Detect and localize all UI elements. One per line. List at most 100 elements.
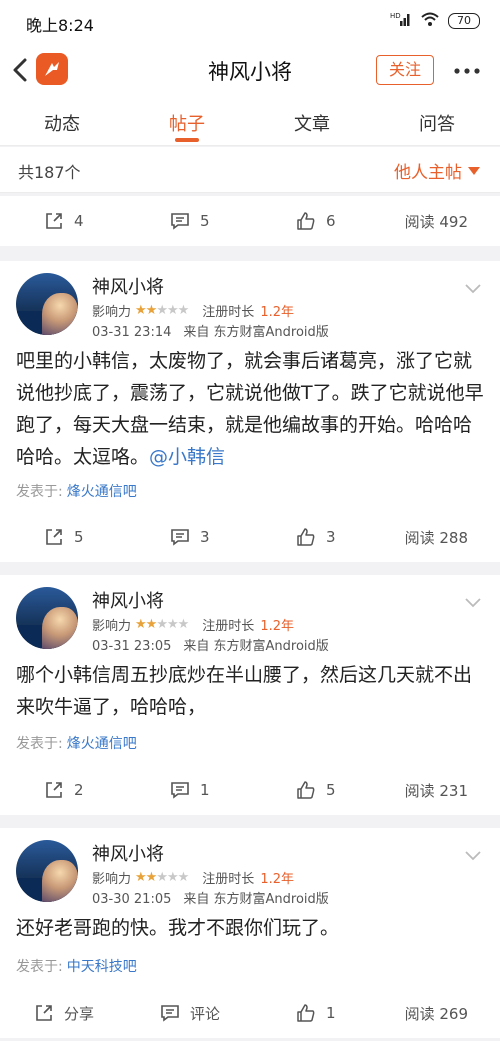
avatar[interactable] bbox=[16, 840, 78, 902]
like-button[interactable]: 6 bbox=[296, 196, 336, 246]
action-bar: 4 5 6 阅读 492 bbox=[0, 196, 500, 246]
post-text: 吧里的小韩信，太废物了，就会事后诸葛亮，涨了它就说他抄底了，震荡了，它就说他做T… bbox=[16, 350, 484, 468]
reg-value: 1.2年 bbox=[260, 872, 294, 887]
post-card[interactable]: 神风小将 影响力 ★★★★★ 注册时长 1.2年 03-31 23:14 来自 东… bbox=[0, 261, 500, 512]
reg-value: 1.2年 bbox=[260, 305, 294, 320]
more-dots-icon[interactable] bbox=[452, 62, 482, 74]
user-meta: 影响力 ★★★★★ 注册时长 1.2年 bbox=[92, 615, 294, 634]
like-button[interactable]: 3 bbox=[296, 512, 336, 562]
post-text: 哪个小韩信周五抄底炒在半山腰了，然后这几天就不出来吹牛逼了，哈哈哈， bbox=[16, 664, 473, 718]
follow-button[interactable]: 关注 bbox=[376, 55, 434, 85]
share-icon bbox=[46, 782, 62, 798]
share-button[interactable]: 2 bbox=[44, 765, 84, 815]
share-count: 2 bbox=[74, 781, 84, 799]
share-icon bbox=[46, 529, 62, 545]
posted-in: 发表于: 烽火通信吧 bbox=[16, 481, 137, 501]
wifi-icon bbox=[420, 11, 440, 31]
page-title: 神风小将 bbox=[208, 60, 292, 84]
comment-button[interactable]: 评论 bbox=[160, 988, 220, 1038]
bar-link[interactable]: 烽火通信吧 bbox=[67, 736, 137, 752]
comment-button[interactable]: 3 bbox=[170, 512, 210, 562]
post-card[interactable]: 神风小将 影响力 ★★★★★ 注册时长 1.2年 03-31 23:05 来自 东… bbox=[0, 575, 500, 765]
battery-icon: 70 bbox=[448, 13, 480, 29]
chevron-left-icon bbox=[13, 58, 27, 82]
chevron-down-icon[interactable] bbox=[464, 850, 482, 862]
action-bar: 分享 评论 1 阅读 269 bbox=[0, 988, 500, 1038]
share-count: 5 bbox=[74, 528, 84, 546]
post-time: 03-30 21:05 bbox=[92, 892, 172, 907]
share-button[interactable]: 4 bbox=[44, 196, 84, 246]
user-meta: 影响力 ★★★★★ 注册时长 1.2年 bbox=[92, 301, 294, 320]
chevron-down-icon[interactable] bbox=[464, 283, 482, 295]
share-count: 4 bbox=[74, 212, 84, 230]
post-content[interactable]: 吧里的小韩信，太废物了，就会事后诸葛亮，涨了它就说他抄底了，震荡了，它就说他做T… bbox=[16, 345, 486, 473]
username[interactable]: 神风小将 bbox=[92, 273, 164, 299]
thumbs-up-icon bbox=[297, 528, 315, 546]
like-button[interactable]: 5 bbox=[296, 765, 336, 815]
reg-label: 注册时长 bbox=[202, 619, 255, 634]
post-meta: 03-30 21:05 来自 东方财富Android版 bbox=[92, 888, 329, 907]
avatar[interactable] bbox=[16, 587, 78, 649]
post-time: 03-31 23:14 bbox=[92, 325, 172, 340]
bar-link[interactable]: 烽火通信吧 bbox=[67, 484, 137, 500]
username[interactable]: 神风小将 bbox=[92, 587, 164, 613]
status-time: 晚上8:24 bbox=[26, 16, 94, 35]
filter-dropdown[interactable]: 他人主帖 bbox=[394, 158, 480, 183]
post-time: 03-31 23:05 bbox=[92, 639, 172, 654]
post-source: 来自 东方财富Android版 bbox=[183, 892, 329, 907]
comment-icon bbox=[161, 1005, 179, 1022]
post-content[interactable]: 哪个小韩信周五抄底炒在半山腰了，然后这几天就不出来吹牛逼了，哈哈哈， bbox=[16, 659, 486, 723]
thumbs-up-icon bbox=[297, 1004, 315, 1022]
comment-icon bbox=[171, 213, 189, 230]
read-count: 阅读 269 bbox=[404, 1005, 468, 1023]
read-count: 阅读 231 bbox=[404, 782, 468, 800]
post-source: 来自 东方财富Android版 bbox=[183, 325, 329, 340]
nav-bar: 神风小将 关注 bbox=[0, 44, 500, 96]
status-icons: HD 70 bbox=[390, 11, 480, 31]
svg-text:HD: HD bbox=[390, 12, 401, 20]
comment-count: 3 bbox=[200, 528, 210, 546]
post-content[interactable]: 还好老哥跑的快。我才不跟你们玩了。 bbox=[16, 912, 486, 944]
like-count: 5 bbox=[326, 781, 336, 799]
post-text: 还好老哥跑的快。我才不跟你们玩了。 bbox=[16, 917, 340, 939]
post-card[interactable]: 神风小将 影响力 ★★★★★ 注册时长 1.2年 03-30 21:05 来自 东… bbox=[0, 828, 500, 988]
influence-stars: ★★★★★ bbox=[135, 617, 189, 632]
comment-label: 评论 bbox=[190, 1004, 221, 1023]
post-meta: 03-31 23:14 来自 东方财富Android版 bbox=[92, 321, 329, 340]
influence-label: 影响力 bbox=[92, 305, 132, 320]
chevron-down-icon[interactable] bbox=[464, 597, 482, 609]
posted-in-label: 发表于: bbox=[16, 736, 63, 752]
comment-icon bbox=[171, 529, 189, 546]
influence-stars: ★★★★★ bbox=[135, 303, 189, 318]
tab-dynamics[interactable]: 动态 bbox=[22, 110, 102, 136]
tab-bar: 动态 帖子 文章 问答 bbox=[0, 96, 500, 146]
posted-in: 发表于: 烽火通信吧 bbox=[16, 733, 137, 753]
share-icon bbox=[36, 1005, 52, 1021]
triangle-down-icon bbox=[468, 166, 480, 175]
active-tab-indicator bbox=[175, 138, 199, 142]
share-label: 分享 bbox=[64, 1004, 95, 1023]
comment-button[interactable]: 5 bbox=[170, 196, 210, 246]
filter-dropdown-label: 他人主帖 bbox=[394, 163, 462, 183]
posted-in-label: 发表于: bbox=[16, 959, 63, 975]
action-bar: 2 1 5 阅读 231 bbox=[0, 765, 500, 815]
read-count: 阅读 288 bbox=[404, 529, 468, 547]
comment-icon bbox=[171, 782, 189, 799]
username[interactable]: 神风小将 bbox=[92, 840, 164, 866]
bar-link[interactable]: 中天科技吧 bbox=[67, 959, 137, 975]
avatar[interactable] bbox=[16, 273, 78, 335]
back-button[interactable] bbox=[8, 54, 34, 86]
tab-posts[interactable]: 帖子 bbox=[147, 110, 227, 136]
mention-link[interactable]: @小韩信 bbox=[149, 446, 225, 468]
influence-stars: ★★★★★ bbox=[135, 870, 189, 885]
app-logo-icon[interactable] bbox=[36, 53, 68, 85]
comment-button[interactable]: 1 bbox=[170, 765, 210, 815]
like-button[interactable]: 1 bbox=[296, 988, 336, 1038]
tab-articles[interactable]: 文章 bbox=[272, 110, 352, 136]
cell-signal-icon: HD bbox=[390, 11, 412, 31]
share-button[interactable]: 5 bbox=[44, 512, 84, 562]
share-button[interactable]: 分享 bbox=[34, 988, 94, 1038]
influence-label: 影响力 bbox=[92, 872, 132, 887]
tab-qa[interactable]: 问答 bbox=[397, 110, 477, 136]
comment-count: 1 bbox=[200, 781, 210, 799]
